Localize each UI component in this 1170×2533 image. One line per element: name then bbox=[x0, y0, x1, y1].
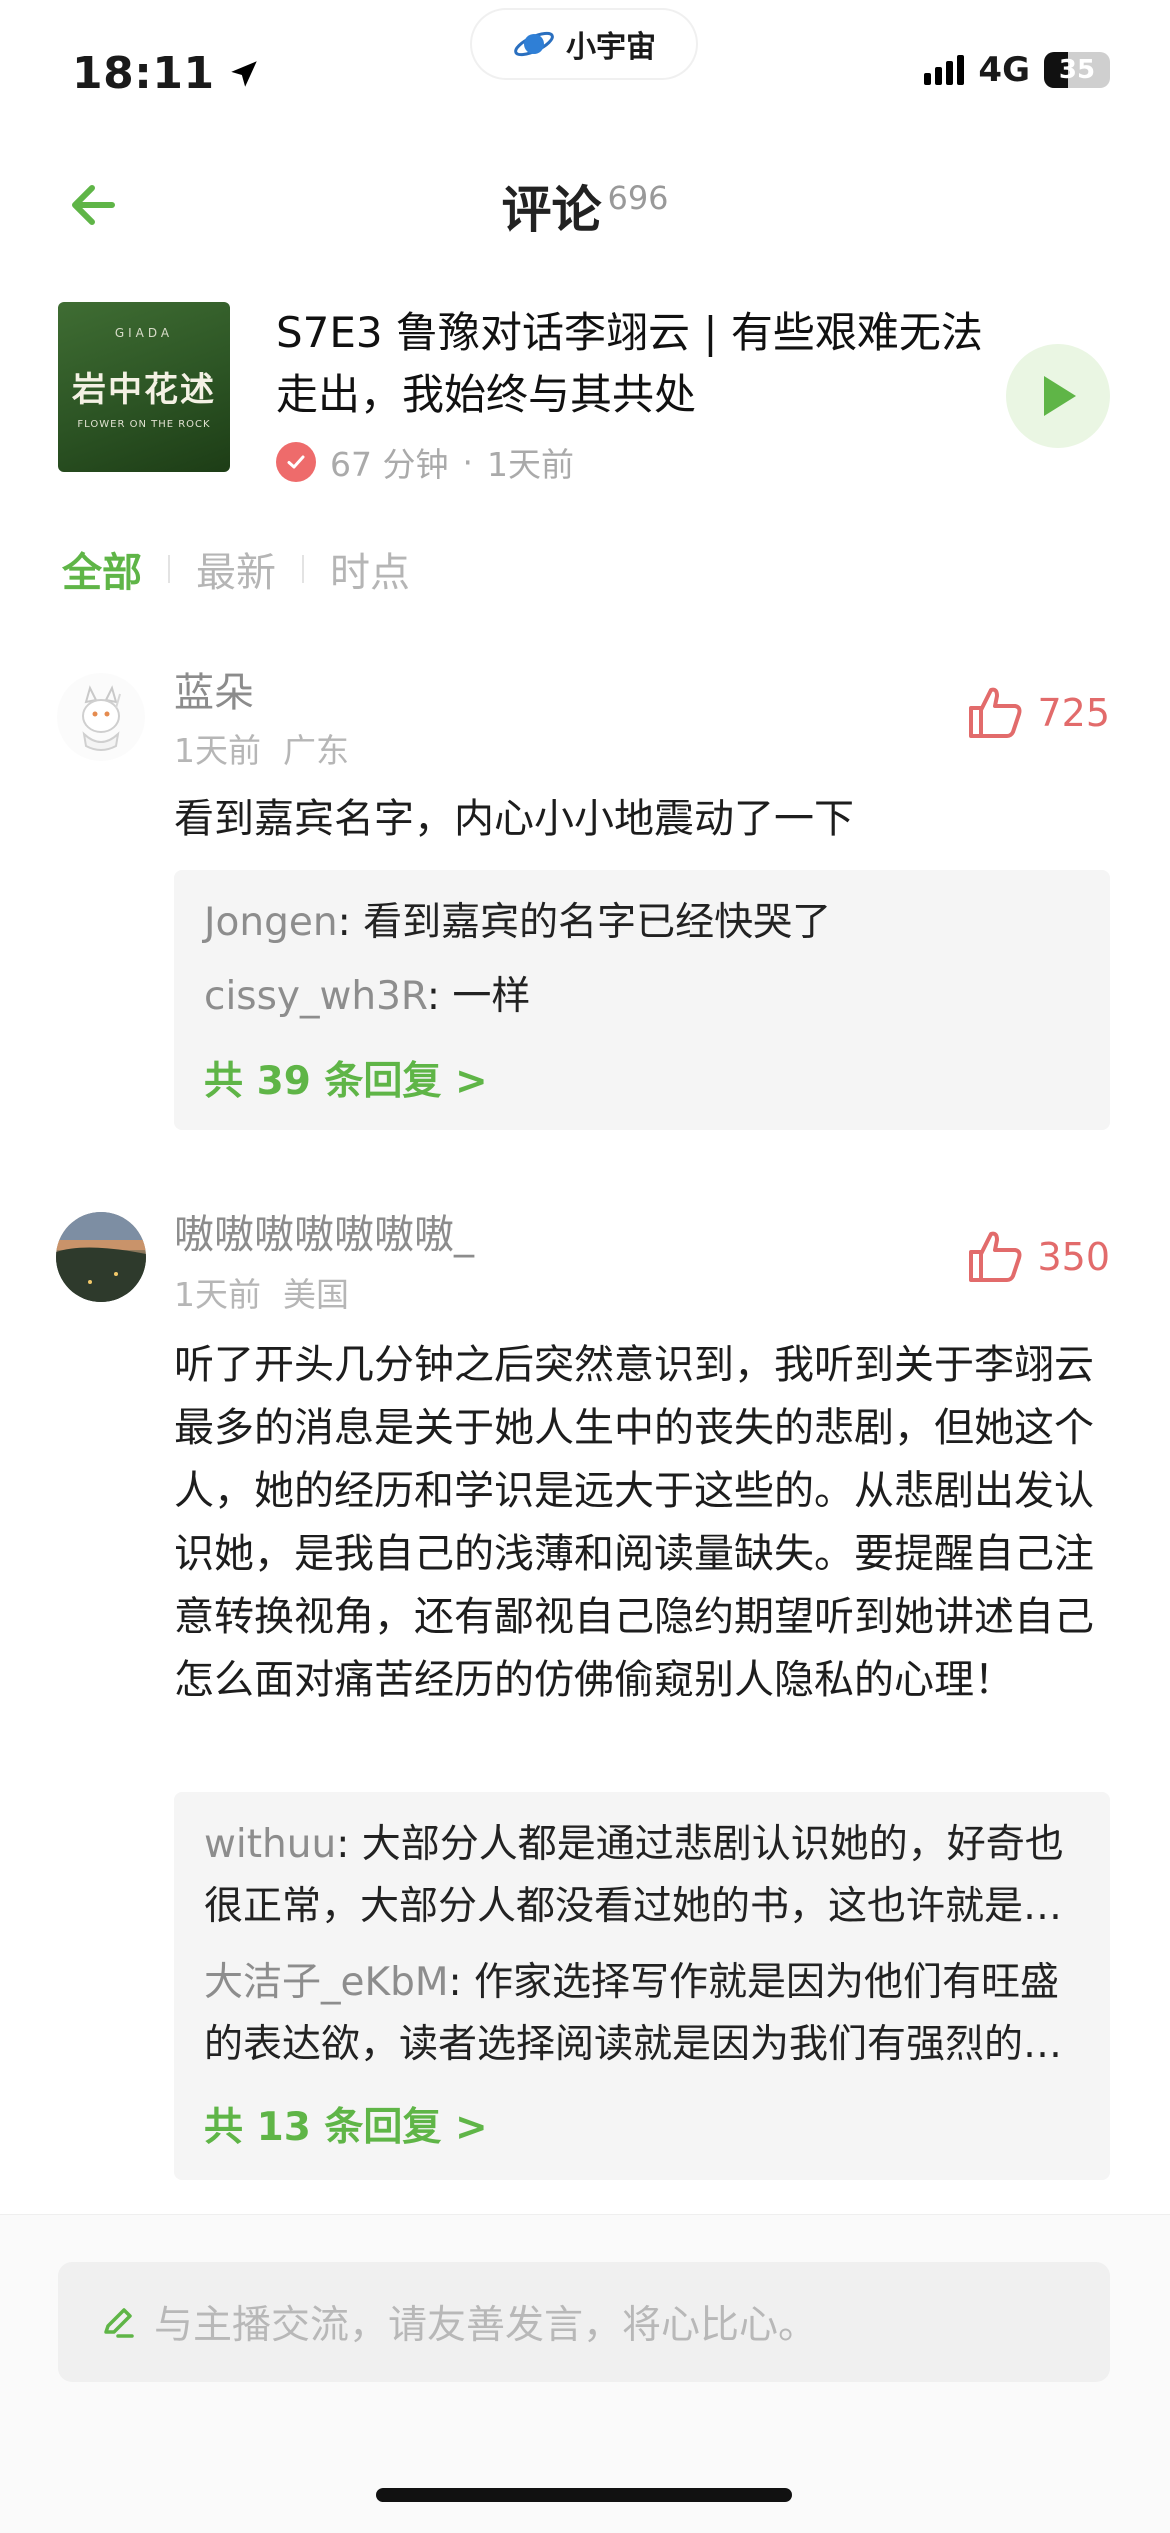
comment-input[interactable]: 与主播交流，请友善发言，将心比心。 bbox=[58, 2262, 1110, 2382]
filter-tabs: 全部 最新 时点 bbox=[62, 540, 410, 598]
episode-meta: 67 分钟 · 1天前 bbox=[276, 438, 574, 486]
location-arrow-icon bbox=[230, 60, 257, 87]
avatar[interactable] bbox=[56, 672, 146, 762]
status-right: 4G 35 bbox=[924, 50, 1110, 90]
reply-item: cissy_wh3R: 一样 bbox=[204, 966, 1084, 1028]
check-badge-icon bbox=[276, 442, 316, 482]
comment-author[interactable]: 嗷嗷嗷嗷嗷嗷嗷_ bbox=[174, 1202, 474, 1260]
edit-icon bbox=[104, 2308, 134, 2338]
comment-location: 美国 bbox=[283, 1275, 349, 1314]
like-count: 350 bbox=[1037, 1235, 1110, 1279]
status-time: 18:11 bbox=[72, 48, 261, 99]
episode-published: 1天前 bbox=[486, 445, 574, 484]
comment-time: 1天前 bbox=[174, 731, 261, 770]
home-indicator[interactable] bbox=[376, 2488, 792, 2502]
cover-brand: GIADA bbox=[114, 326, 174, 340]
comment-time: 1天前 bbox=[174, 1275, 261, 1314]
comment-meta: 1天前 美国 bbox=[174, 1268, 349, 1316]
episode-duration: 67 分钟 bbox=[330, 445, 449, 484]
reply-item: withuu: 大部分人都是通过悲剧认识她的，好奇也很正常，大部分人都没看过她的… bbox=[204, 1814, 1084, 1938]
signal-icon bbox=[924, 55, 965, 85]
episode-cover[interactable]: GIADA 岩中花述 FLOWER ON THE ROCK bbox=[58, 302, 230, 472]
avatar[interactable] bbox=[56, 1212, 146, 1302]
meta-separator: · bbox=[462, 442, 473, 482]
landscape-avatar-icon bbox=[56, 1212, 146, 1302]
thumbs-up-icon bbox=[969, 1231, 1022, 1282]
planet-icon bbox=[514, 31, 554, 57]
episode-title[interactable]: S7E3 鲁豫对话李翊云 | 有些艰难无法走出，我始终与其共处 bbox=[276, 302, 996, 426]
reply-author[interactable]: withuu bbox=[204, 1822, 336, 1867]
play-button[interactable] bbox=[1006, 344, 1110, 448]
reply-text: : 看到嘉宾的名字已经快哭了 bbox=[337, 900, 832, 945]
page-title-text: 评论 bbox=[501, 181, 602, 239]
tab-divider bbox=[302, 555, 304, 583]
comment-meta: 1天前 广东 bbox=[174, 724, 349, 772]
app-pill-label: 小宇宙 bbox=[566, 30, 656, 65]
comment-body: 看到嘉宾名字，内心小小地震动了一下 bbox=[174, 796, 854, 842]
network-label: 4G bbox=[978, 50, 1030, 90]
like-button[interactable]: 725 bbox=[967, 686, 1110, 740]
reply-author[interactable]: 大洁子_eKbM bbox=[204, 1960, 448, 2005]
tab-all[interactable]: 全部 bbox=[62, 540, 142, 598]
reply-author[interactable]: Jongen bbox=[204, 900, 338, 945]
view-replies-link[interactable]: 共 39 条回复 > bbox=[204, 1050, 488, 1106]
battery-icon: 35 bbox=[1044, 52, 1110, 88]
tab-divider bbox=[168, 555, 170, 583]
thumbs-up-icon bbox=[969, 687, 1022, 738]
comment-count: 696 bbox=[607, 179, 669, 218]
reply-preview[interactable]: withuu: 大部分人都是通过悲剧认识她的，好奇也很正常，大部分人都没看过她的… bbox=[174, 1792, 1110, 2180]
page-title: 评论 696 bbox=[501, 179, 669, 239]
view-replies-link[interactable]: 共 13 条回复 > bbox=[204, 2096, 488, 2152]
reply-item: Jongen: 看到嘉宾的名字已经快哭了 bbox=[204, 892, 1084, 954]
comment-body: 听了开头几分钟之后突然意识到，我听到关于李翊云最多的消息是关于她人生中的丧失的悲… bbox=[174, 1342, 1094, 1703]
reply-item: 大洁子_eKbM: 作家选择写作就是因为他们有旺盛的表达欲，读者选择阅读就是因为… bbox=[204, 1952, 1084, 2076]
tab-latest[interactable]: 最新 bbox=[196, 540, 276, 598]
play-icon bbox=[1044, 376, 1076, 416]
comment-input-placeholder: 与主播交流，请友善发言，将心比心。 bbox=[154, 2303, 818, 2348]
cover-title: 岩中花述 bbox=[72, 370, 216, 410]
like-count: 725 bbox=[1037, 691, 1110, 735]
app-pill: 小宇宙 bbox=[472, 10, 696, 78]
cover-subtitle: FLOWER ON THE ROCK bbox=[77, 419, 211, 430]
like-button[interactable]: 350 bbox=[967, 1230, 1110, 1284]
reply-text: : 一样 bbox=[426, 974, 531, 1019]
reply-author[interactable]: cissy_wh3R bbox=[204, 974, 427, 1019]
comment-author[interactable]: 蓝朵 bbox=[174, 660, 254, 718]
page-header: 评论 696 bbox=[0, 170, 1170, 242]
cartoon-avatar-icon bbox=[57, 673, 145, 761]
reply-preview[interactable]: Jongen: 看到嘉宾的名字已经快哭了 cissy_wh3R: 一样 共 39… bbox=[174, 870, 1110, 1130]
tab-timestamp[interactable]: 时点 bbox=[330, 540, 410, 598]
time-text: 18:11 bbox=[72, 48, 215, 99]
comment-location: 广东 bbox=[283, 731, 349, 770]
battery-level: 35 bbox=[1058, 55, 1096, 85]
